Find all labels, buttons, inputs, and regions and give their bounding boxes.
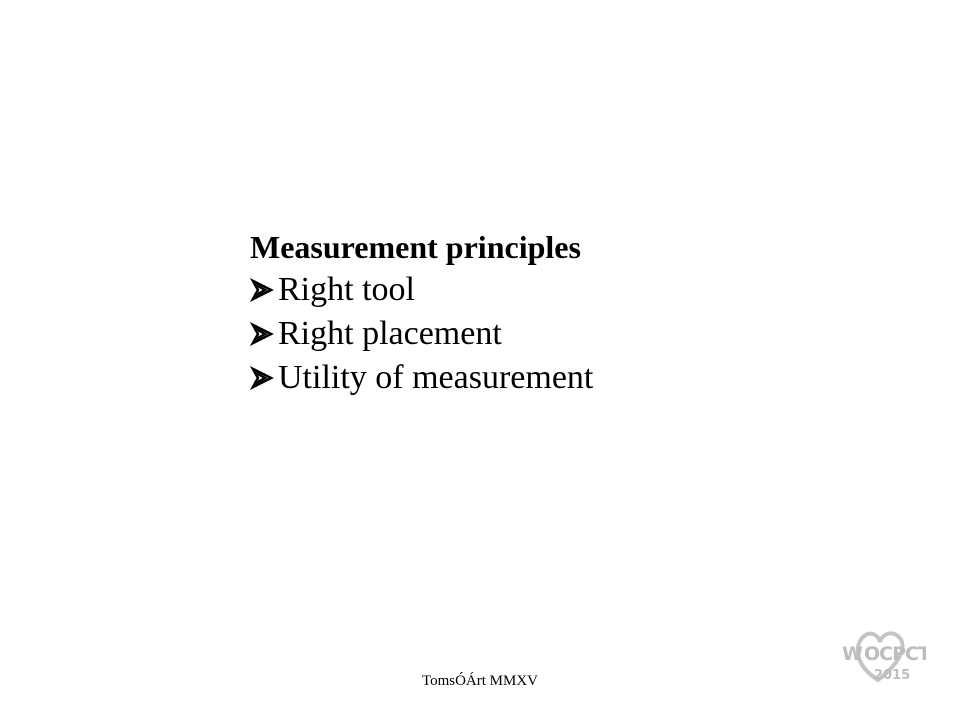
bullet-item: Utility of measurement — [250, 356, 770, 400]
bullet-text: Right tool — [278, 271, 415, 308]
arrow-bullet-icon — [250, 322, 274, 346]
svg-text:OCPCT: OCPCT — [864, 643, 926, 665]
slide-content: Measurement principles Right tool Right … — [250, 226, 770, 400]
wocpct-2015-logo-icon: W OCPCT 2015 — [842, 631, 926, 683]
bullet-list: Right tool Right placement Utility of me… — [250, 268, 770, 400]
svg-text:W: W — [842, 643, 863, 665]
bullet-text: Utility of measurement — [278, 359, 594, 396]
arrow-bullet-icon — [250, 278, 274, 302]
arrow-bullet-icon — [250, 366, 274, 390]
svg-text:2015: 2015 — [874, 668, 910, 683]
slide: Measurement principles Right tool Right … — [0, 0, 960, 720]
bullet-item: Right tool — [250, 268, 770, 312]
bullet-item: Right placement — [250, 312, 770, 356]
bullet-text: Right placement — [278, 315, 502, 352]
slide-footer: TomsÓÁrt MMXV — [421, 673, 539, 689]
slide-heading: Measurement principles — [250, 229, 581, 265]
